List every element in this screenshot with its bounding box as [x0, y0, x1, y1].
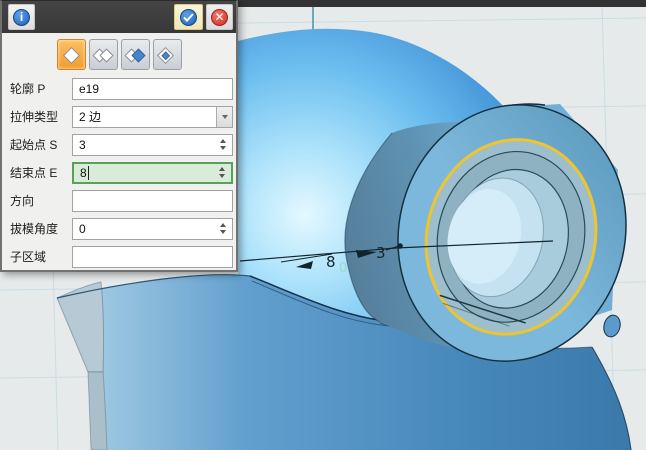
- diamond-cut-icon: [123, 44, 147, 66]
- spin-up-icon[interactable]: [220, 223, 226, 227]
- dimension-label-origin: 0: [339, 261, 347, 276]
- info-icon: i: [13, 9, 30, 26]
- spinner-arrows[interactable]: [217, 219, 229, 239]
- extrude-type-add-button[interactable]: [89, 39, 118, 70]
- close-icon: ✕: [211, 9, 228, 26]
- dialog-titlebar[interactable]: i ✕: [2, 1, 236, 33]
- extrude-type-cut-button[interactable]: [121, 39, 150, 70]
- field-row-direction: 方向: [10, 189, 233, 212]
- extrude-type-intersect-button[interactable]: [153, 39, 182, 70]
- spin-down-icon[interactable]: [219, 174, 225, 178]
- profile-input[interactable]: e19: [72, 78, 233, 100]
- extrude-dialog: i ✕: [0, 0, 238, 272]
- start-point-label: 起始点 S: [10, 136, 72, 153]
- extrude-type-label: 拉伸类型: [10, 108, 72, 125]
- field-row-end-point: 结束点 E 8: [10, 161, 233, 184]
- spin-down-icon[interactable]: [220, 230, 226, 234]
- field-row-extrude-type: 拉伸类型 2 边: [10, 105, 233, 128]
- extrude-fields: 轮廓 P e19 拉伸类型 2 边 起始点 S 3: [2, 70, 236, 268]
- subregion-label: 子区域: [10, 248, 72, 265]
- start-point-spinner[interactable]: 3: [72, 134, 233, 156]
- dimension-label-end: 8: [326, 253, 336, 271]
- spin-down-icon[interactable]: [220, 146, 226, 150]
- extrude-type-solid-button[interactable]: [57, 39, 86, 70]
- info-button[interactable]: i: [8, 4, 35, 30]
- close-button[interactable]: ✕: [206, 4, 233, 30]
- direction-label: 方向: [10, 192, 72, 209]
- end-point-spinner[interactable]: 8: [72, 162, 233, 184]
- profile-label: 轮廓 P: [10, 80, 72, 97]
- field-row-subregion: 子区域: [10, 245, 233, 268]
- app-window: 8 0 3 i ✕: [0, 0, 646, 450]
- draft-angle-spinner[interactable]: 0: [72, 218, 233, 240]
- field-row-profile: 轮廓 P e19: [10, 77, 233, 100]
- extrude-type-select[interactable]: 2 边: [72, 106, 233, 128]
- check-icon: [180, 9, 197, 26]
- text-caret: [88, 166, 89, 180]
- subregion-input[interactable]: [72, 246, 233, 268]
- diamond-solid-icon: [60, 44, 82, 66]
- spinner-arrows[interactable]: [217, 135, 229, 155]
- diamond-add-icon: [91, 44, 115, 66]
- end-point-label: 结束点 E: [10, 164, 72, 181]
- spinner-arrows[interactable]: [216, 164, 228, 182]
- direction-input[interactable]: [72, 190, 233, 212]
- dimension-label-start: 3: [376, 244, 386, 262]
- field-row-draft-angle: 拔模角度 0: [10, 217, 233, 240]
- model-flange-band-lower[interactable]: [88, 372, 107, 450]
- spin-up-icon[interactable]: [219, 167, 225, 171]
- spin-up-icon[interactable]: [220, 139, 226, 143]
- ok-button[interactable]: [174, 4, 203, 30]
- diamond-intersect-icon: [155, 44, 179, 66]
- extrude-type-toolbar: [2, 33, 236, 70]
- draft-angle-label: 拔模角度: [10, 220, 72, 237]
- field-row-start-point: 起始点 S 3: [10, 133, 233, 156]
- chevron-down-icon[interactable]: [216, 107, 232, 127]
